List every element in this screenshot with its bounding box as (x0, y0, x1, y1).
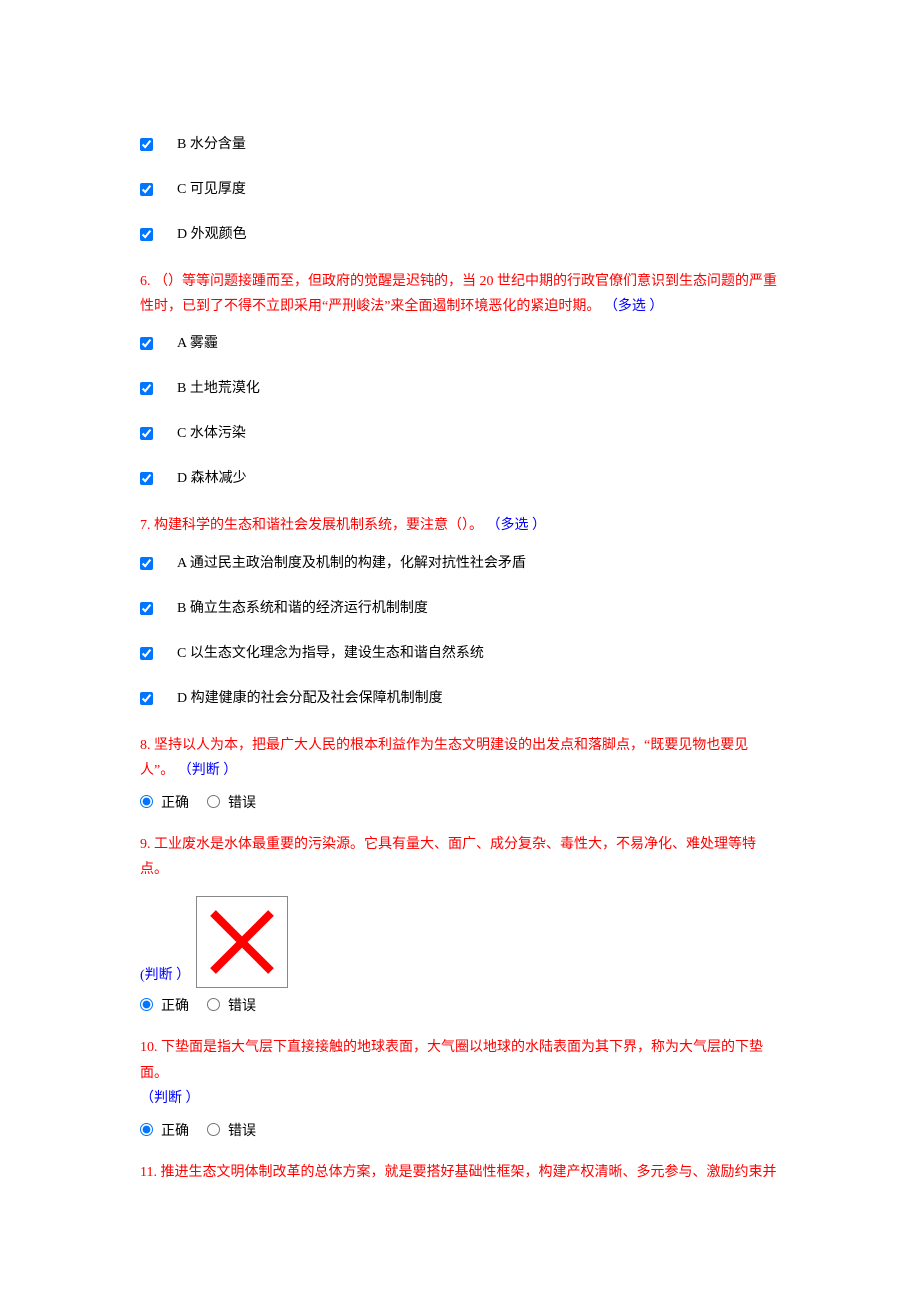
q6-label-a: A 雾霾 (177, 333, 218, 354)
q5-checkbox-b[interactable] (140, 138, 153, 151)
q10-prefix: 10. (140, 1040, 161, 1055)
q6-label-d: D 森林减少 (177, 468, 247, 489)
q9-label-false: 错误 (228, 996, 256, 1017)
q8-answer-row: 正确 错误 (140, 793, 780, 814)
q10-body: 下垫面是指大气层下直接接触的地球表面，大气圈以地球的水陆表面为其下界，称为大气层… (140, 1040, 763, 1080)
q10-label-true: 正确 (161, 1121, 189, 1142)
q8-text: 8. 坚持以人为本，把最广大人民的根本利益作为生态文明建设的出发点和落脚点，“既… (140, 733, 780, 783)
q9-radio-false[interactable] (207, 998, 220, 1011)
q7-option-d: D 构建健康的社会分配及社会保障机制制度 (140, 688, 780, 709)
q7-body: 构建科学的生态和谐社会发展机制系统，要注意（）。 (154, 518, 487, 533)
q8-label-false: 错误 (228, 793, 256, 814)
q6-option-a: A 雾霾 (140, 333, 780, 354)
q7-option-b: B 确立生态系统和谐的经济运行机制制度 (140, 598, 780, 619)
q6-checkbox-d[interactable] (140, 472, 153, 485)
q10-tag: （判断 ） (140, 1091, 200, 1106)
q9-text: 9. 工业废水是水体最重要的污染源。它具有量大、面广、成分复杂、毒性大，不易净化… (140, 832, 780, 882)
q7-text: 7. 构建科学的生态和谐社会发展机制系统，要注意（）。 （多选 ） (140, 513, 780, 538)
q7-checkbox-a[interactable] (140, 557, 153, 570)
q8-radio-true[interactable] (140, 795, 153, 808)
q6-checkbox-b[interactable] (140, 382, 153, 395)
q5-label-c: C 可见厚度 (177, 179, 246, 200)
q5-option-c: C 可见厚度 (140, 179, 780, 200)
q6-checkbox-a[interactable] (140, 337, 153, 350)
q8-tag: （判断 ） (178, 763, 238, 778)
q10-radio-true[interactable] (140, 1123, 153, 1136)
q6-option-c: C 水体污染 (140, 423, 780, 444)
q6-checkbox-c[interactable] (140, 427, 153, 440)
q6-prefix: 6. (140, 274, 154, 289)
q7-checkbox-b[interactable] (140, 602, 153, 615)
q9-prefix: 9. (140, 837, 154, 852)
q7-tag: （多选 ） (487, 518, 547, 533)
q10-label-false: 错误 (228, 1121, 256, 1142)
q7-label-b: B 确立生态系统和谐的经济运行机制制度 (177, 598, 428, 619)
q5-label-d: D 外观颜色 (177, 224, 247, 245)
q6-option-b: B 土地荒漠化 (140, 378, 780, 399)
q6-tag: （多选 ） (604, 299, 664, 314)
q9-tag: (判断 ） (140, 968, 190, 983)
q7-label-a: A 通过民主政治制度及机制的构建，化解对抗性社会矛盾 (177, 553, 526, 574)
q10-radio-false[interactable] (207, 1123, 220, 1136)
q7-option-a: A 通过民主政治制度及机制的构建，化解对抗性社会矛盾 (140, 553, 780, 574)
q9-tag-line: (判断 ） (140, 896, 780, 986)
q10-answer-row: 正确 错误 (140, 1121, 780, 1142)
wrong-mark-icon (196, 896, 288, 988)
q7-checkbox-c[interactable] (140, 647, 153, 660)
q11-text: 11. 推进生态文明体制改革的总体方案，就是要搭好基础性框架，构建产权清晰、多元… (140, 1160, 780, 1185)
q9-label-true: 正确 (161, 996, 189, 1017)
q9-answer-row: 正确 错误 (140, 996, 780, 1017)
q9-radio-true[interactable] (140, 998, 153, 1011)
q7-prefix: 7. (140, 518, 154, 533)
q7-option-c: C 以生态文化理念为指导，建设生态和谐自然系统 (140, 643, 780, 664)
q11-prefix: 11. (140, 1165, 160, 1180)
q5-checkbox-d[interactable] (140, 228, 153, 241)
q6-label-c: C 水体污染 (177, 423, 246, 444)
q5-label-b: B 水分含量 (177, 134, 246, 155)
q11-body: 推进生态文明体制改革的总体方案，就是要搭好基础性框架，构建产权清晰、多元参与、激… (160, 1165, 776, 1180)
q6-body: （）等等问题接踵而至，但政府的觉醒是迟钝的，当 20 世纪中期的行政官僚们意识到… (140, 274, 777, 314)
q8-prefix: 8. (140, 738, 154, 753)
q10-text: 10. 下垫面是指大气层下直接接触的地球表面，大气圈以地球的水陆表面为其下界，称… (140, 1035, 780, 1111)
q6-text: 6. （）等等问题接踵而至，但政府的觉醒是迟钝的，当 20 世纪中期的行政官僚们… (140, 269, 780, 319)
q7-checkbox-d[interactable] (140, 692, 153, 705)
q8-label-true: 正确 (161, 793, 189, 814)
q8-radio-false[interactable] (207, 795, 220, 808)
q5-option-b: B 水分含量 (140, 134, 780, 155)
q6-option-d: D 森林减少 (140, 468, 780, 489)
q6-label-b: B 土地荒漠化 (177, 378, 260, 399)
q7-label-d: D 构建健康的社会分配及社会保障机制制度 (177, 688, 443, 709)
q9-body: 工业废水是水体最重要的污染源。它具有量大、面广、成分复杂、毒性大，不易净化、难处… (140, 837, 756, 877)
q7-label-c: C 以生态文化理念为指导，建设生态和谐自然系统 (177, 643, 484, 664)
q5-option-d: D 外观颜色 (140, 224, 780, 245)
q5-checkbox-c[interactable] (140, 183, 153, 196)
page-content: B 水分含量 C 可见厚度 D 外观颜色 6. （）等等问题接踵而至，但政府的觉… (0, 0, 920, 1233)
